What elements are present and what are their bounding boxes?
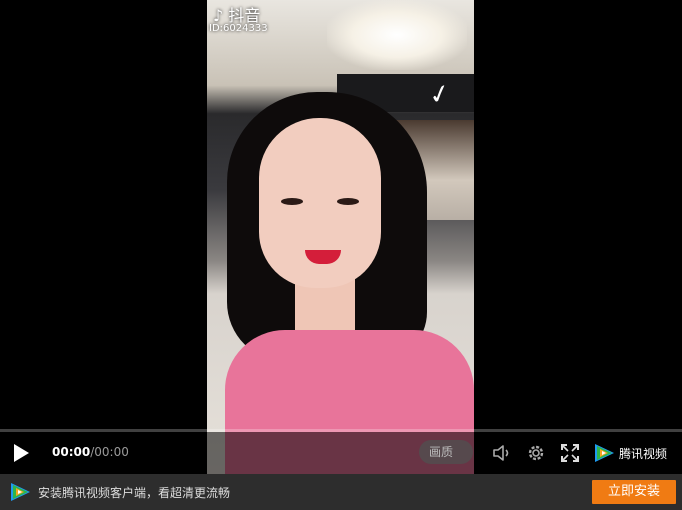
tencent-video-logo-icon bbox=[595, 444, 614, 462]
duration: 00:00 bbox=[94, 445, 129, 459]
banner-message: 安装腾讯视频客户端，看超清更流畅 bbox=[38, 486, 231, 500]
volume-icon bbox=[493, 445, 509, 461]
play-button[interactable] bbox=[10, 442, 32, 464]
tencent-video-brand[interactable]: 腾讯视频 bbox=[593, 441, 667, 465]
install-button[interactable]: 立即安装 bbox=[592, 480, 676, 504]
video-scene-lips bbox=[305, 250, 341, 264]
brand-label: 腾讯视频 bbox=[619, 446, 668, 461]
watermark-id: ID:6024333 bbox=[209, 23, 268, 34]
video-scene-light bbox=[327, 0, 467, 70]
control-bar: 00:00/00:00 画质 腾讯视频 bbox=[0, 432, 682, 474]
fullscreen-button[interactable] bbox=[559, 442, 581, 464]
video-player[interactable]: ✓ ♪ 抖音 ID:6024333 00:00/00:00 画质 腾讯视频 bbox=[0, 0, 682, 474]
time-display: 00:00/00:00 bbox=[52, 445, 129, 459]
settings-button[interactable] bbox=[525, 442, 547, 464]
play-icon bbox=[14, 444, 29, 462]
video-scene-person-face bbox=[259, 118, 381, 288]
gear-icon bbox=[528, 445, 544, 461]
video-scene-eye bbox=[337, 198, 359, 205]
quality-button[interactable]: 画质 bbox=[419, 440, 473, 464]
current-time: 00:00 bbox=[52, 445, 91, 459]
install-banner: 安装腾讯视频客户端，看超清更流畅 立即安装 bbox=[0, 474, 682, 510]
tencent-video-logo-icon bbox=[11, 483, 30, 501]
fullscreen-icon bbox=[561, 444, 579, 462]
volume-button[interactable] bbox=[491, 442, 513, 464]
video-frame[interactable]: ✓ bbox=[207, 0, 474, 474]
video-scene-eye bbox=[281, 198, 303, 205]
